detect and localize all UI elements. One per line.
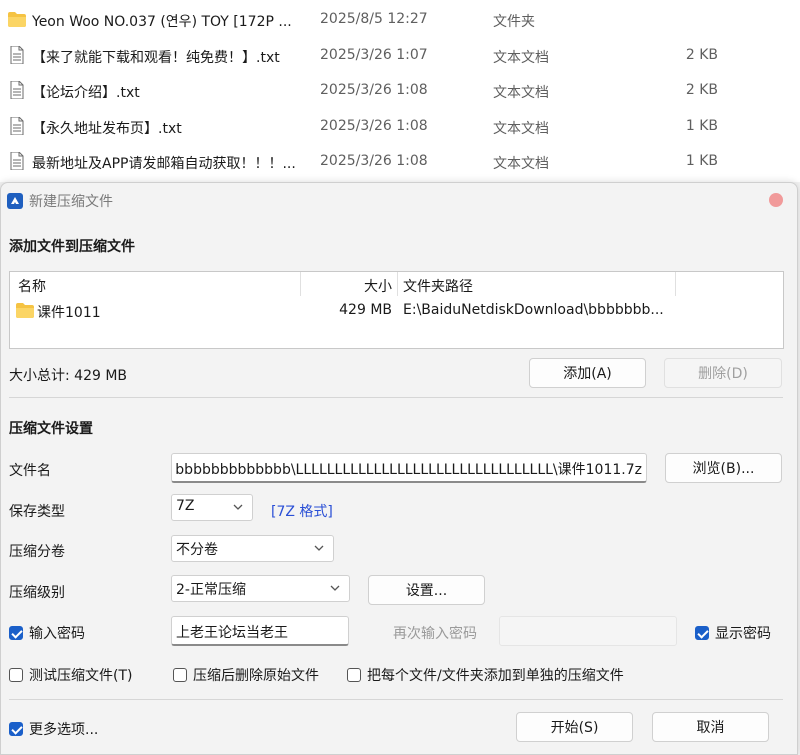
explorer-file-list: Yeon Woo NO.037 (연우) TOY [172P ... 2025/8… <box>0 0 800 182</box>
file-type: 文本文档 <box>493 85 549 101</box>
file-type: 文本文档 <box>493 49 549 66</box>
column-separator <box>397 272 398 296</box>
save-type-select[interactable]: 7Z <box>171 494 253 521</box>
chevron-down-icon <box>233 504 243 510</box>
cancel-button[interactable]: 取消 <box>652 712 769 742</box>
file-list-item[interactable]: 【论坛介绍】.txt 2025/3/26 1:08 文本文档 2 KB <box>0 73 800 108</box>
start-button[interactable]: 开始(S) <box>516 712 633 742</box>
dialog-title: 新建压缩文件 <box>29 194 113 210</box>
file-size: 2 KB <box>685 46 718 63</box>
show-password-label: 显示密码 <box>715 626 771 642</box>
checkbox-checked-icon[interactable] <box>9 722 23 736</box>
file-type: 文本文档 <box>493 156 549 172</box>
column-separator <box>675 272 676 296</box>
row-name: 课件1011 <box>37 305 101 321</box>
file-list-item[interactable]: Yeon Woo NO.037 (연우) TOY [172P ... 2025/8… <box>0 2 800 37</box>
filename-input[interactable]: bbbbbbbbbbbbb\LLLLLLLLLLLLLLLLLLLLLLLLLL… <box>171 453 647 483</box>
file-type: 文本文档 <box>493 120 549 137</box>
test-archive-checkbox[interactable]: 测试压缩文件(T) <box>9 665 132 685</box>
file-name: 【永久地址发布页】.txt <box>32 120 182 137</box>
level-select[interactable]: 2-正常压缩 <box>171 575 350 602</box>
each-file-checkbox[interactable]: 把每个文件/文件夹添加到单独的压缩文件 <box>347 665 624 685</box>
column-separator <box>300 272 301 296</box>
add-files-heading: 添加文件到压缩文件 <box>9 239 135 255</box>
add-button[interactable]: 添加(A) <box>529 358 646 388</box>
save-type-value: 7Z <box>176 498 195 514</box>
delete-after-checkbox[interactable]: 压缩后删除原始文件 <box>173 665 319 685</box>
more-options-label: 更多选项... <box>29 722 99 738</box>
show-password-checkbox[interactable]: 显示密码 <box>695 623 771 643</box>
checkbox-unchecked-icon[interactable] <box>347 668 361 682</box>
file-date: 2025/3/26 1:08 <box>320 82 428 98</box>
format-link[interactable]: [7Z 格式] <box>271 501 333 521</box>
checkbox-checked-icon[interactable] <box>9 626 23 640</box>
file-size: 1 KB <box>685 117 718 134</box>
close-icon[interactable] <box>769 193 783 207</box>
reenter-password-label: 再次输入密码 <box>393 626 477 642</box>
chevron-down-icon <box>330 585 340 591</box>
row-size: 429 MB <box>339 302 392 318</box>
chevron-down-icon <box>314 545 324 551</box>
split-label: 压缩分卷 <box>9 544 65 560</box>
password-value: 上老王论坛当老王 <box>176 625 288 641</box>
text-file-icon <box>10 45 24 64</box>
text-file-icon <box>10 152 24 170</box>
col-header-path[interactable]: 文件夹路径 <box>403 276 473 296</box>
file-size: 1 KB <box>685 153 718 169</box>
checkbox-checked-icon[interactable] <box>695 626 709 640</box>
filename-label: 文件名 <box>9 463 51 479</box>
split-value: 不分卷 <box>176 542 218 558</box>
file-type: 文件夹 <box>493 14 535 30</box>
filename-value: bbbbbbbbbbbbb\LLLLLLLLLLLLLLLLLLLLLLLLLL… <box>175 462 642 478</box>
text-file-icon <box>10 81 24 99</box>
reenter-password-input[interactable] <box>499 616 677 646</box>
file-date: 2025/3/26 1:08 <box>320 117 428 134</box>
file-date: 2025/3/26 1:07 <box>320 46 428 63</box>
file-size: 2 KB <box>685 82 718 98</box>
browse-button[interactable]: 浏览(B)... <box>665 453 782 483</box>
file-name: 【论坛介绍】.txt <box>32 85 140 101</box>
split-select[interactable]: 不分卷 <box>171 535 334 562</box>
delete-after-label: 压缩后删除原始文件 <box>193 668 319 684</box>
password-input[interactable]: 上老王论坛当老王 <box>171 616 349 646</box>
section-divider <box>9 699 783 700</box>
level-value: 2-正常压缩 <box>176 582 246 598</box>
archive-file-table[interactable]: 名称 大小 文件夹路径 课件1011 429 MB E:\BaiduNetdis… <box>9 271 784 349</box>
checkbox-unchecked-icon[interactable] <box>9 668 23 682</box>
section-divider <box>9 397 783 398</box>
file-name: 最新地址及APP请发邮箱自动获取！！！... <box>32 156 296 172</box>
file-list-item[interactable]: 最新地址及APP请发邮箱自动获取！！！... 2025/3/26 1:08 文本文档… <box>0 144 800 179</box>
row-path: E:\BaiduNetdiskDownload\bbbbbbb... <box>403 302 664 318</box>
col-header-name[interactable]: 名称 <box>18 276 46 296</box>
dialog-titlebar[interactable]: 新建压缩文件 <box>1 183 797 217</box>
file-list-item[interactable]: 【来了就能下载和观看！纯免费！】.txt 2025/3/26 1:07 文本文档 2 … <box>0 38 800 73</box>
file-date: 2025/8/5 12:27 <box>320 11 428 27</box>
archive-settings-heading: 压缩文件设置 <box>9 421 93 437</box>
folder-icon <box>16 303 34 318</box>
col-header-size[interactable]: 大小 <box>306 276 392 296</box>
settings-button[interactable]: 设置... <box>368 575 485 605</box>
delete-button[interactable]: 删除(D) <box>664 358 782 388</box>
file-name: 【来了就能下载和观看！纯免费！】.txt <box>32 49 280 66</box>
new-archive-dialog: 新建压缩文件 添加文件到压缩文件 名称 大小 文件夹路径 课件1011 429 … <box>0 182 798 755</box>
test-archive-label: 测试压缩文件(T) <box>29 668 133 684</box>
file-list-item[interactable]: 【永久地址发布页】.txt 2025/3/26 1:08 文本文档 1 KB <box>0 109 800 144</box>
file-date: 2025/3/26 1:08 <box>320 153 428 169</box>
each-file-label: 把每个文件/文件夹添加到单独的压缩文件 <box>367 668 624 684</box>
more-options-checkbox[interactable]: 更多选项... <box>9 719 98 739</box>
level-label: 压缩级别 <box>9 585 65 601</box>
save-type-label: 保存类型 <box>9 504 65 520</box>
text-file-icon <box>10 116 24 135</box>
folder-icon <box>8 12 26 27</box>
file-name: Yeon Woo NO.037 (연우) TOY [172P ... <box>32 14 292 30</box>
app-logo-icon <box>7 193 23 209</box>
password-checkbox[interactable]: 输入密码 <box>9 623 85 643</box>
total-size: 大小总计: 429 MB <box>9 368 128 384</box>
password-checkbox-label: 输入密码 <box>29 626 85 642</box>
checkbox-unchecked-icon[interactable] <box>173 668 187 682</box>
